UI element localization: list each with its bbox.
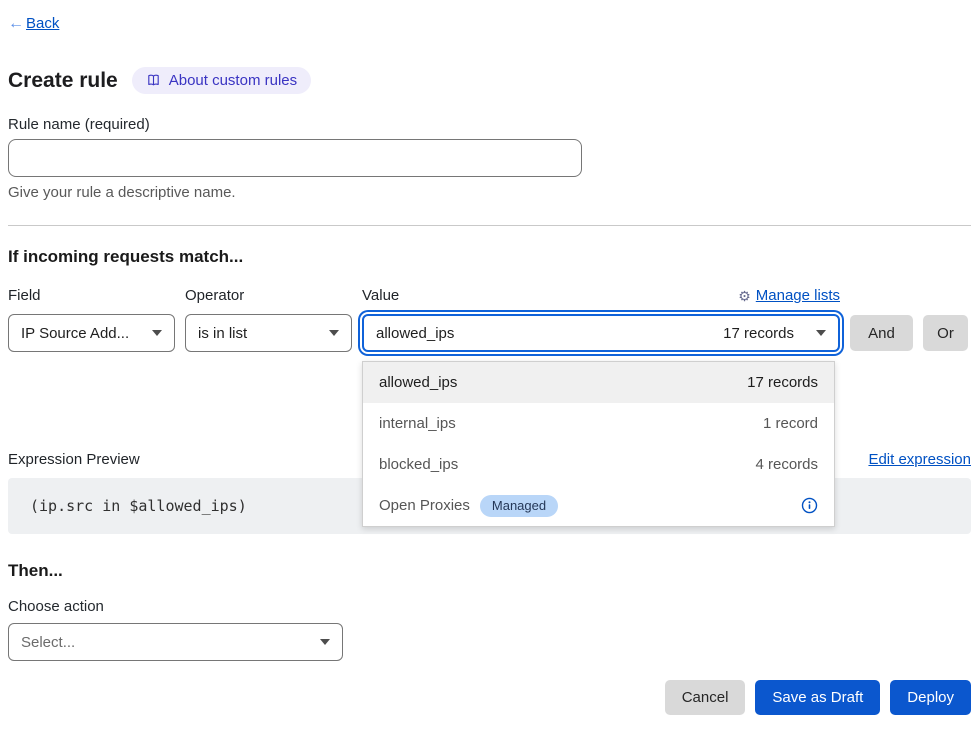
- manage-lists-label: Manage lists: [756, 286, 840, 306]
- field-label: Field: [8, 286, 175, 306]
- back-arrow-icon: ←: [8, 14, 24, 34]
- match-heading: If incoming requests match...: [8, 246, 971, 268]
- rule-name-helper: Give your rule a descriptive name.: [8, 183, 971, 203]
- book-icon: [146, 73, 161, 88]
- then-heading: Then...: [8, 560, 971, 582]
- value-select-wrap: allowed_ips 17 records allowed_ips 17 re…: [362, 314, 840, 352]
- value-select[interactable]: allowed_ips 17 records: [362, 314, 840, 352]
- create-rule-page: ← Back Create rule About custom rules Ru…: [0, 0, 979, 715]
- expression-code: (ip.src in $allowed_ips): [30, 497, 247, 515]
- chevron-down-icon: [816, 330, 826, 336]
- value-label: Value: [362, 286, 399, 306]
- rule-name-input[interactable]: [8, 139, 582, 177]
- about-custom-rules-label: About custom rules: [169, 72, 297, 89]
- list-option-records: 1 record: [763, 415, 818, 432]
- operator-select-value: is in list: [198, 325, 247, 342]
- field-select[interactable]: IP Source Add...: [8, 314, 175, 352]
- list-option-records: 4 records: [755, 456, 818, 473]
- operator-select[interactable]: is in list: [185, 314, 352, 352]
- cancel-button[interactable]: Cancel: [665, 680, 746, 715]
- list-option-name: allowed_ips: [379, 374, 457, 391]
- back-label: Back: [26, 14, 59, 34]
- condition-labels-row: Field Operator Value ⚙︎ Manage lists: [8, 286, 971, 306]
- operator-label: Operator: [185, 286, 352, 306]
- chevron-down-icon: [152, 330, 162, 336]
- footer-actions: Cancel Save as Draft Deploy: [8, 680, 971, 715]
- manage-lists-link[interactable]: ⚙︎ Manage lists: [738, 286, 840, 306]
- managed-badge: Managed: [480, 495, 558, 517]
- list-option-blocked-ips[interactable]: blocked_ips 4 records: [363, 444, 834, 485]
- rule-name-label: Rule name (required): [8, 115, 971, 135]
- field-select-value: IP Source Add...: [21, 325, 129, 342]
- save-as-draft-button[interactable]: Save as Draft: [755, 680, 880, 715]
- page-title: Create rule: [8, 66, 118, 95]
- about-custom-rules-link[interactable]: About custom rules: [132, 67, 311, 94]
- gear-icon: ⚙︎: [738, 289, 751, 303]
- action-select-placeholder: Select...: [21, 634, 75, 651]
- action-select[interactable]: Select...: [8, 623, 343, 661]
- list-option-name: blocked_ips: [379, 456, 458, 473]
- list-option-records: 17 records: [747, 374, 818, 391]
- deploy-button[interactable]: Deploy: [890, 680, 971, 715]
- list-option-name: internal_ips: [379, 415, 456, 432]
- info-icon[interactable]: [801, 497, 818, 514]
- expression-preview-label: Expression Preview: [8, 450, 140, 470]
- and-button[interactable]: And: [850, 315, 913, 351]
- section-divider: [8, 225, 971, 226]
- back-link[interactable]: ← Back: [8, 14, 59, 34]
- chevron-down-icon: [320, 639, 330, 645]
- chevron-down-icon: [329, 330, 339, 336]
- list-option-internal-ips[interactable]: internal_ips 1 record: [363, 403, 834, 444]
- list-option-allowed-ips[interactable]: allowed_ips 17 records: [363, 362, 834, 403]
- choose-action-label: Choose action: [8, 597, 971, 617]
- lists-dropdown-menu: allowed_ips 17 records internal_ips 1 re…: [362, 361, 835, 527]
- or-button[interactable]: Or: [923, 315, 968, 351]
- edit-expression-link[interactable]: Edit expression: [868, 450, 971, 470]
- page-header: Create rule About custom rules: [8, 66, 971, 95]
- list-option-open-proxies[interactable]: Open Proxies Managed: [363, 485, 834, 526]
- list-option-name: Open Proxies: [379, 497, 470, 514]
- value-select-value: allowed_ips: [376, 325, 454, 342]
- value-select-records: 17 records: [723, 325, 794, 342]
- condition-controls-row: IP Source Add... is in list allowed_ips …: [8, 314, 971, 352]
